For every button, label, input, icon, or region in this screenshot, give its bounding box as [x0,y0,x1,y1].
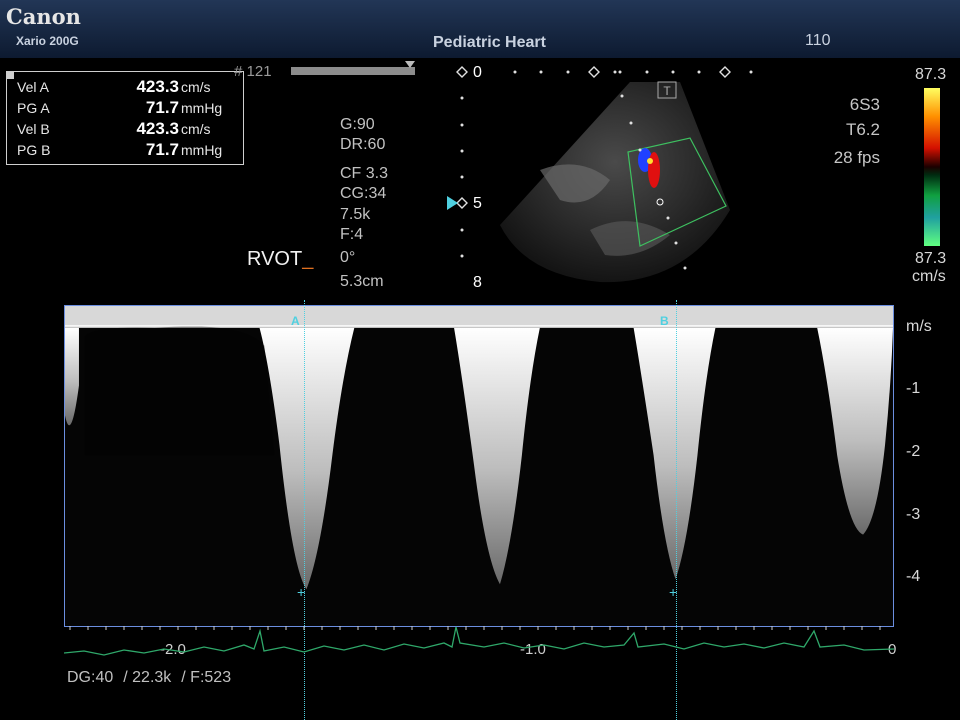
transducer-name: 6S3 [849,95,880,114]
bmode-sector-image[interactable]: T [440,60,760,295]
color-scale-max: 87.3 [915,66,947,83]
frame-number: 110 [805,32,831,49]
param-dynamic-range: DR:60 [340,136,386,153]
view-label: RVOT [247,248,303,270]
doppler-filter: / F:523 [181,669,232,686]
system-model: Xario 200G [16,34,79,48]
measurement-unit: mmHg [181,100,223,116]
color-flow-aliasing [647,158,653,164]
measurement-row: Vel A 423.3 cm/s [17,77,239,98]
velocity-tick: -2 [906,443,921,460]
velocity-tick: -1 [906,380,921,397]
spectral-params: DG:40 / 22.3k / F:523 [67,669,241,687]
caliper-label-a: A [291,314,300,328]
ecg-trace [64,626,894,656]
color-flow-red [648,152,660,188]
cine-scrollbar[interactable] [291,67,415,75]
measurement-unit: mmHg [181,142,223,158]
measurement-row: Vel B 423.3 cm/s [17,119,239,140]
param-color-gain: CG:34 [340,185,387,202]
caliper-point-b-icon[interactable]: + [669,584,677,600]
measurement-label: Vel A [17,79,49,95]
velocity-unit: m/s [906,318,932,335]
panel-handle-icon[interactable] [6,71,14,79]
param-prf: 7.5k [340,206,371,223]
harmonic-freq: T6.2 [845,120,880,139]
caliper-point-a-icon[interactable]: + [297,584,305,600]
measurement-unit: cm/s [181,121,211,137]
baseline-band [65,306,893,328]
velocity-tick: -3 [906,506,921,523]
color-velocity-scale [924,88,940,246]
depth-mark: 8 [473,274,482,291]
spectral-doppler-display[interactable] [64,305,894,627]
brand-logo: Canon [6,4,81,29]
param-color-freq: CF 3.3 [340,165,389,182]
param-gain: G:90 [340,116,375,133]
param-filter: F:4 [340,226,364,243]
measurement-label: PG A [17,100,50,116]
cine-frame-label: # 121 [234,63,272,80]
param-depth: 5.3cm [340,273,384,290]
measurement-panel: Vel A 423.3 cm/s PG A 71.7 mmHg Vel B 42… [6,71,244,165]
doppler-dark-regions [84,326,275,456]
color-scale-min: 87.3 [915,250,947,267]
depth-mark: 5 [473,195,482,212]
param-angle: 0° [340,249,356,266]
measurement-value: 71.7 [145,140,179,159]
velocity-tick: -4 [906,568,921,585]
ecg-line [64,626,894,656]
measurement-row: PG A 71.7 mmHg [17,98,239,119]
measurement-value: 423.3 [136,77,179,96]
measurement-value: 423.3 [136,119,179,138]
transducer-orient-glyph: T [663,84,671,98]
measurement-row: PG B 71.7 mmHg [17,140,239,161]
cine-position-icon[interactable] [405,61,415,68]
doppler-gain: DG:40 [67,669,114,686]
measurement-label: PG B [17,142,51,158]
measurement-value: 71.7 [145,98,179,117]
exam-preset[interactable]: Pediatric Heart [433,34,546,52]
focus-marker-icon[interactable] [447,196,458,210]
caliper-label-b: B [660,314,669,328]
frame-rate: 28 fps [833,148,880,167]
view-annotation[interactable]: RVOT_ [247,248,313,271]
measurement-unit: cm/s [181,79,211,95]
doppler-prf: / 22.3k [123,669,172,686]
color-scale-unit: cm/s [912,268,946,285]
depth-mark: 0 [473,64,482,81]
measurement-label: Vel B [17,121,50,137]
text-cursor: _ [302,248,314,270]
